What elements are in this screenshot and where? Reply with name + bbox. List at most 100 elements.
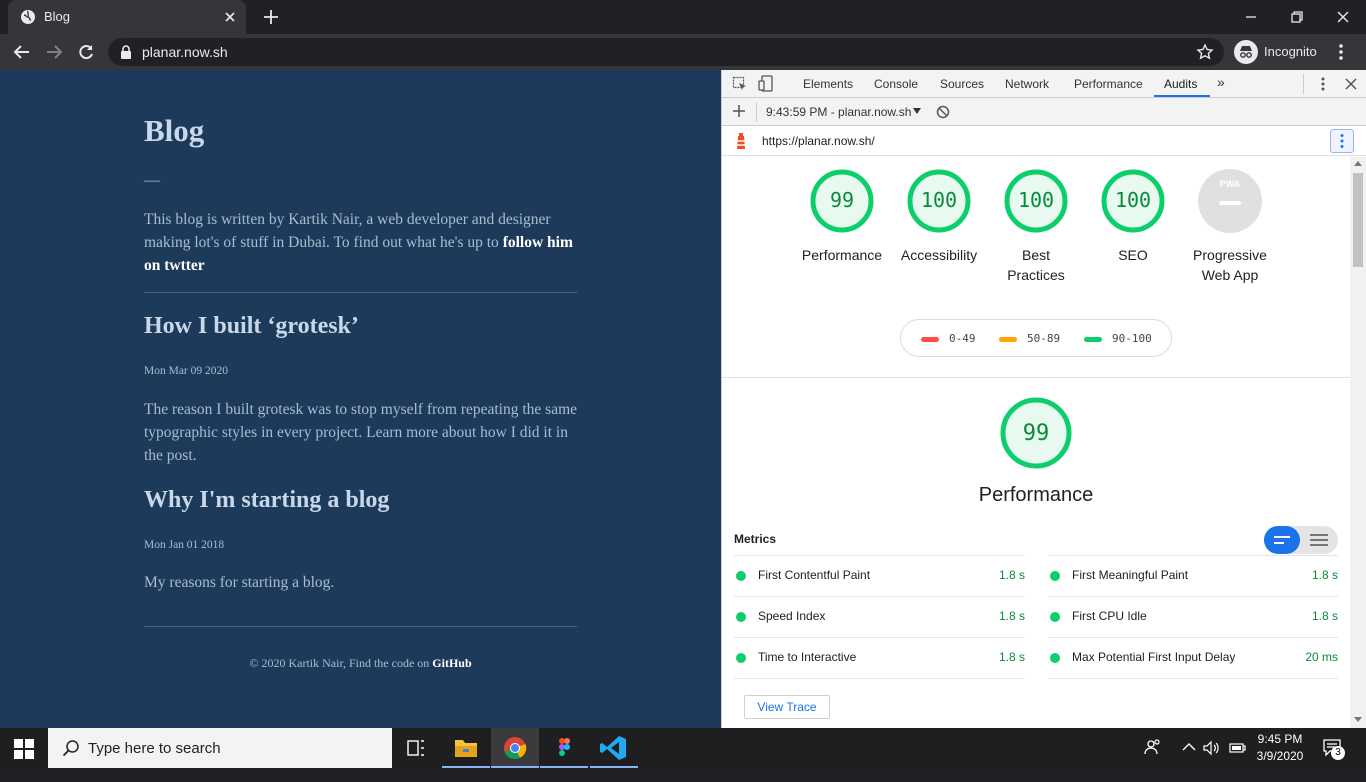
people-icon[interactable]	[1144, 738, 1162, 778]
new-tab-button[interactable]	[262, 8, 280, 26]
report-menu-icon[interactable]	[1330, 129, 1354, 153]
audits-toolbar: 9:43:59 PM - planar.now.sh	[722, 98, 1366, 126]
score-label: SEO	[1118, 247, 1148, 263]
score-gauge-accessibility[interactable]: 100 Accessibility	[889, 169, 989, 265]
browser-tab[interactable]: Blog	[8, 0, 246, 34]
report-scrollbar[interactable]	[1350, 157, 1366, 728]
restore-button[interactable]	[1286, 6, 1308, 28]
tab-sources[interactable]: Sources	[940, 77, 984, 91]
scrollbar-thumb[interactable]	[1353, 173, 1363, 267]
score-label: Progressive Web App	[1193, 247, 1267, 283]
legend-swatch-pass	[1084, 337, 1102, 342]
tab-performance[interactable]: Performance	[1074, 77, 1143, 91]
footer-text: © 2020 Kartik Nair, Find the code on	[249, 656, 433, 670]
metric-value: 1.8 s	[1311, 609, 1338, 623]
divider	[144, 292, 577, 293]
devtools-tab-bar: Elements Console Sources Network Perform…	[722, 70, 1366, 98]
taskbar-search-box[interactable]: Type here to search	[48, 728, 392, 768]
performance-score-gauge: 99	[986, 397, 1086, 469]
score-gauge-seo[interactable]: 100 SEO	[1083, 169, 1183, 265]
performance-score-value: 99	[1022, 421, 1050, 446]
chrome-taskbar-icon[interactable]	[491, 728, 539, 768]
metrics-view-toggle[interactable]	[1264, 526, 1338, 554]
more-tabs-button[interactable]: »	[1217, 74, 1225, 90]
chrome-menu-icon[interactable]	[1338, 42, 1344, 62]
view-trace-button[interactable]: View Trace	[744, 695, 830, 719]
address-bar[interactable]: planar.now.sh	[108, 38, 1224, 66]
device-toolbar-icon[interactable]	[758, 75, 774, 93]
post-date: Mon Mar 09 2020	[144, 365, 229, 377]
scroll-down-icon[interactable]	[1354, 717, 1362, 722]
expanded-view-button[interactable]	[1302, 526, 1338, 554]
metric-value: 20 ms	[1305, 650, 1338, 664]
dropdown-arrow-icon[interactable]	[913, 108, 921, 114]
metric-name: First Contentful Paint	[758, 568, 871, 582]
report-selector[interactable]: 9:43:59 PM - planar.now.sh	[766, 105, 911, 119]
lock-icon[interactable]	[120, 45, 132, 59]
metric-row: First CPU Idle 1.8 s	[1048, 596, 1338, 637]
file-explorer-icon[interactable]	[442, 728, 490, 768]
metric-name: First CPU Idle	[1072, 609, 1147, 623]
tab-console[interactable]: Console	[874, 77, 918, 91]
devtools-menu-icon[interactable]	[1320, 76, 1326, 92]
score-gauge-pwa[interactable]: PWA Progressive Web App	[1180, 169, 1280, 285]
post-excerpt: The reason I built grotesk was to stop m…	[144, 401, 578, 464]
intro-text: This blog is written by Kartik Nair, a w…	[144, 211, 551, 251]
legend-label: 90-100	[1112, 332, 1152, 345]
close-tab-icon[interactable]	[222, 9, 238, 25]
new-audit-icon[interactable]	[732, 104, 746, 118]
metric-divider	[734, 678, 1025, 679]
devtools-panel: Elements Console Sources Network Perform…	[721, 70, 1366, 728]
metric-row: Time to Interactive 1.8 s	[734, 637, 1025, 678]
metric-name: Max Potential First Input Delay	[1072, 650, 1236, 664]
clock-date: 3/9/2020	[1256, 749, 1304, 763]
performance-title: Performance	[978, 484, 1094, 506]
metric-value: 1.8 s	[998, 609, 1025, 623]
section-divider	[722, 377, 1350, 378]
incognito-label: Incognito	[1264, 44, 1317, 59]
figma-icon[interactable]	[540, 728, 588, 768]
compact-view-button[interactable]	[1264, 526, 1300, 554]
vscode-icon[interactable]	[590, 728, 638, 768]
tab-elements[interactable]: Elements	[803, 77, 853, 91]
system-clock[interactable]: 9:45 PM 3/9/2020	[1250, 731, 1310, 765]
inspect-element-icon[interactable]	[732, 76, 748, 92]
score-legend: 0-49 50-89 90-100	[900, 319, 1172, 357]
clock-time: 9:45 PM	[1257, 732, 1303, 746]
battery-icon[interactable]	[1228, 741, 1246, 781]
notification-center-icon[interactable]: 3	[1322, 737, 1345, 777]
metric-name: First Meaningful Paint	[1072, 568, 1189, 582]
page-title: Blog	[144, 113, 205, 148]
score-label: Best Practices	[1007, 247, 1065, 283]
volume-icon[interactable]	[1203, 740, 1219, 780]
reload-icon[interactable]	[76, 42, 96, 62]
post-title-link[interactable]: How I built ‘grotesk’	[144, 313, 359, 340]
windows-start-icon[interactable]	[14, 739, 34, 759]
chevron-up-icon[interactable]	[1182, 742, 1196, 782]
tab-audits[interactable]: Audits	[1164, 77, 1197, 91]
scroll-up-icon[interactable]	[1354, 161, 1362, 166]
post-title-link[interactable]: Why I'm starting a blog	[144, 487, 389, 514]
pass-indicator	[1050, 612, 1060, 622]
score-gauge-best-practices[interactable]: 100 Best Practices	[986, 169, 1086, 285]
close-devtools-icon[interactable]	[1344, 77, 1358, 91]
tab-network[interactable]: Network	[1005, 77, 1049, 91]
bookmark-star-icon[interactable]	[1196, 43, 1214, 61]
notification-badge: 3	[1331, 746, 1345, 760]
toolbar-separator	[756, 102, 757, 122]
clear-reports-icon[interactable]	[936, 105, 950, 119]
score-value: 99	[829, 188, 855, 212]
task-view-icon[interactable]	[392, 728, 440, 768]
forward-arrow-icon[interactable]	[44, 42, 64, 62]
minimize-button[interactable]	[1240, 6, 1262, 28]
audit-report: 99 Performance 100 Accessibility 100 Bes…	[722, 157, 1350, 728]
legend-swatch-average	[999, 337, 1017, 342]
score-label: Performance	[801, 247, 883, 263]
incognito-icon	[1234, 40, 1258, 64]
github-link[interactable]: GitHub	[432, 656, 471, 670]
audit-url-bar: https://planar.now.sh/	[722, 126, 1366, 156]
back-arrow-icon[interactable]	[12, 42, 32, 62]
score-gauge-performance[interactable]: 99 Performance	[792, 169, 892, 265]
close-window-button[interactable]	[1332, 6, 1354, 28]
metric-row: First Contentful Paint 1.8 s	[734, 555, 1025, 596]
